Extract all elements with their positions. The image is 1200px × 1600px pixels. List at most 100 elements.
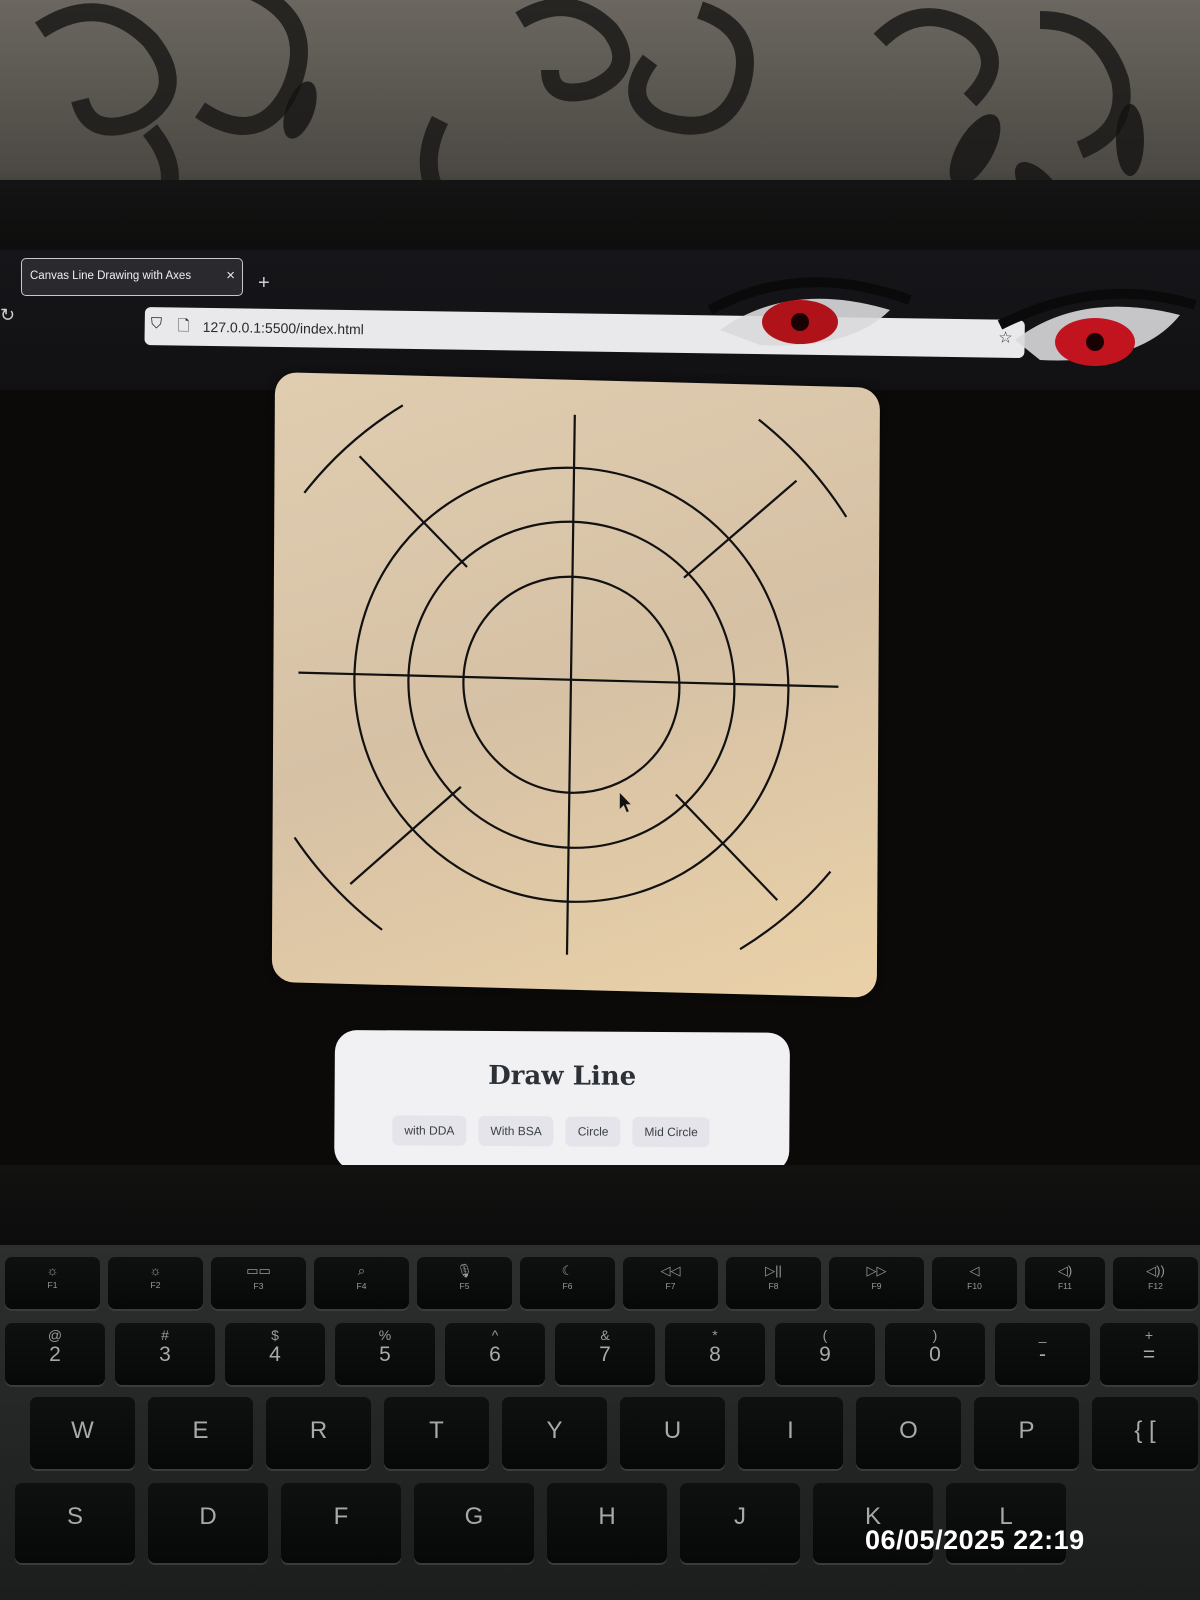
page-info-icon[interactable]: 🗋 <box>178 315 190 340</box>
key-label: F10 <box>967 1281 982 1291</box>
key-i[interactable]: I <box>738 1397 843 1469</box>
browser-tab[interactable]: Canvas Line Drawing with Axes × <box>21 258 243 296</box>
key-f4[interactable]: ⌕ F4 <box>314 1257 409 1309</box>
photo-of-laptop-screen: Canvas Line Drawing with Axes × + ↻ ⛉ 🗋 … <box>0 0 1200 1600</box>
key-r[interactable]: R <box>266 1397 371 1469</box>
key-f5[interactable]: 🎙 F5 <box>417 1257 512 1309</box>
key-shift-symbol: @ <box>47 1327 63 1343</box>
key-shift-symbol: ( <box>822 1327 828 1343</box>
key-shift-symbol: ) <box>932 1327 938 1343</box>
key-6[interactable]: ^ 6 <box>445 1323 545 1385</box>
key-7[interactable]: & 7 <box>555 1323 655 1385</box>
bsa-button[interactable]: With BSA <box>478 1115 554 1147</box>
play-pause-icon: ▷|| <box>765 1263 782 1278</box>
key-f10[interactable]: ◁ F10 <box>932 1257 1017 1309</box>
x-axis-line <box>298 671 839 688</box>
key-shift-symbol: # <box>161 1327 169 1343</box>
mute-icon: ◁ <box>969 1263 980 1278</box>
key-letter: Y <box>546 1417 563 1444</box>
new-tab-button[interactable]: + <box>258 272 270 295</box>
key-letter: G <box>464 1503 484 1530</box>
dda-button[interactable]: with DDA <box>392 1115 467 1146</box>
reload-icon[interactable]: ↻ <box>0 305 15 326</box>
key-e[interactable]: E <box>148 1397 253 1469</box>
key-letter: P <box>1018 1417 1035 1444</box>
key-4[interactable]: $4 <box>225 1323 325 1385</box>
key-g[interactable]: G <box>414 1483 534 1563</box>
volume-up-icon: ◁)) <box>1146 1263 1165 1278</box>
key-letter: E <box>192 1417 209 1444</box>
key-label: F6 <box>562 1281 573 1291</box>
moon-icon: ☾ <box>561 1263 574 1278</box>
key-equals[interactable]: + = <box>1100 1323 1198 1385</box>
key-letter: O <box>899 1417 918 1444</box>
arc-bottom-left <box>293 836 383 931</box>
key-main-symbol: 9 <box>819 1343 831 1366</box>
key-s[interactable]: S <box>15 1483 135 1563</box>
microphone-icon: 🎙 <box>456 1263 473 1278</box>
key-main-symbol: 4 <box>269 1343 281 1366</box>
panel-title: Draw Line <box>488 1060 637 1092</box>
key-2[interactable]: @2 <box>5 1323 105 1385</box>
key-letter: T <box>429 1417 444 1444</box>
brightness-up-icon: ☼ <box>149 1263 162 1278</box>
key-8[interactable]: * 8 <box>665 1323 765 1385</box>
key-main-symbol: 6 <box>489 1343 501 1366</box>
drawing-canvas[interactable] <box>271 372 880 998</box>
key-h[interactable]: H <box>547 1483 667 1563</box>
photo-timestamp: 06/05/2025 22:19 <box>865 1525 1085 1555</box>
key-d[interactable]: D <box>148 1483 268 1563</box>
theme-artwork-eyes <box>707 277 1197 366</box>
key-f[interactable]: F <box>281 1483 401 1563</box>
key-5[interactable]: % 5 <box>335 1323 435 1385</box>
key-f9[interactable]: ▷▷ F9 <box>829 1257 924 1309</box>
mission-control-icon: ▭▭ <box>246 1263 271 1278</box>
key-f3[interactable]: ▭▭ F3 <box>211 1257 306 1309</box>
key-o[interactable]: O <box>856 1397 961 1469</box>
diagonal-line-top-left <box>358 455 468 568</box>
key-j[interactable]: J <box>680 1483 800 1563</box>
key-label: F7 <box>665 1281 676 1291</box>
key-minus[interactable]: _ - <box>995 1323 1090 1385</box>
circle-button[interactable]: Circle <box>565 1116 621 1147</box>
key-f6[interactable]: ☾ F6 <box>520 1257 615 1309</box>
key-letter: S <box>66 1503 83 1530</box>
url-text[interactable]: 127.0.0.1:5500/index.html <box>203 319 364 337</box>
key-f11[interactable]: ◁) F11 <box>1025 1257 1105 1309</box>
arc-bottom-right <box>739 870 832 951</box>
key-letter: { [ <box>1134 1417 1156 1444</box>
key-y[interactable]: Y <box>502 1397 607 1469</box>
key-t[interactable]: T <box>384 1397 489 1469</box>
key-letter: I <box>787 1417 794 1444</box>
mid-circle-button[interactable]: Mid Circle <box>632 1116 710 1148</box>
key-0[interactable]: ) 0 <box>885 1323 985 1385</box>
mouse-cursor-icon <box>619 793 631 813</box>
search-icon: ⌕ <box>357 1263 366 1278</box>
shield-icon[interactable]: ⛉ <box>151 315 163 332</box>
key-p[interactable]: P <box>974 1397 1079 1469</box>
rewind-icon: ◁◁ <box>660 1263 681 1278</box>
key-f8[interactable]: ▷|| F8 <box>726 1257 821 1309</box>
key-f1[interactable]: ☼ F1 <box>5 1257 100 1309</box>
key-shift-symbol: + <box>1144 1327 1154 1343</box>
key-3[interactable]: #3 <box>115 1323 215 1385</box>
key-w[interactable]: W <box>30 1397 135 1469</box>
key-f12[interactable]: ◁)) F12 <box>1113 1257 1198 1309</box>
key-label: F11 <box>1057 1281 1073 1291</box>
key-label: F1 <box>47 1280 58 1290</box>
arc-top-left <box>303 404 404 494</box>
key-bracket[interactable]: { [ <box>1092 1397 1198 1469</box>
diagonal-line-bottom-right <box>675 793 779 901</box>
key-main-symbol: 0 <box>929 1343 941 1366</box>
key-9[interactable]: (9 <box>775 1323 875 1385</box>
close-icon[interactable]: × <box>226 267 235 284</box>
key-letter: H <box>598 1503 616 1530</box>
key-letter: U <box>663 1417 682 1444</box>
key-main-symbol: = <box>1142 1343 1156 1366</box>
key-f7[interactable]: ◁◁ F7 <box>623 1257 718 1309</box>
key-u[interactable]: U <box>620 1397 725 1469</box>
diagonal-line-top-right <box>683 479 798 579</box>
key-main-symbol: 5 <box>379 1343 391 1366</box>
key-main-symbol: 7 <box>599 1343 611 1366</box>
key-f2[interactable]: ☼ F2 <box>108 1257 203 1309</box>
